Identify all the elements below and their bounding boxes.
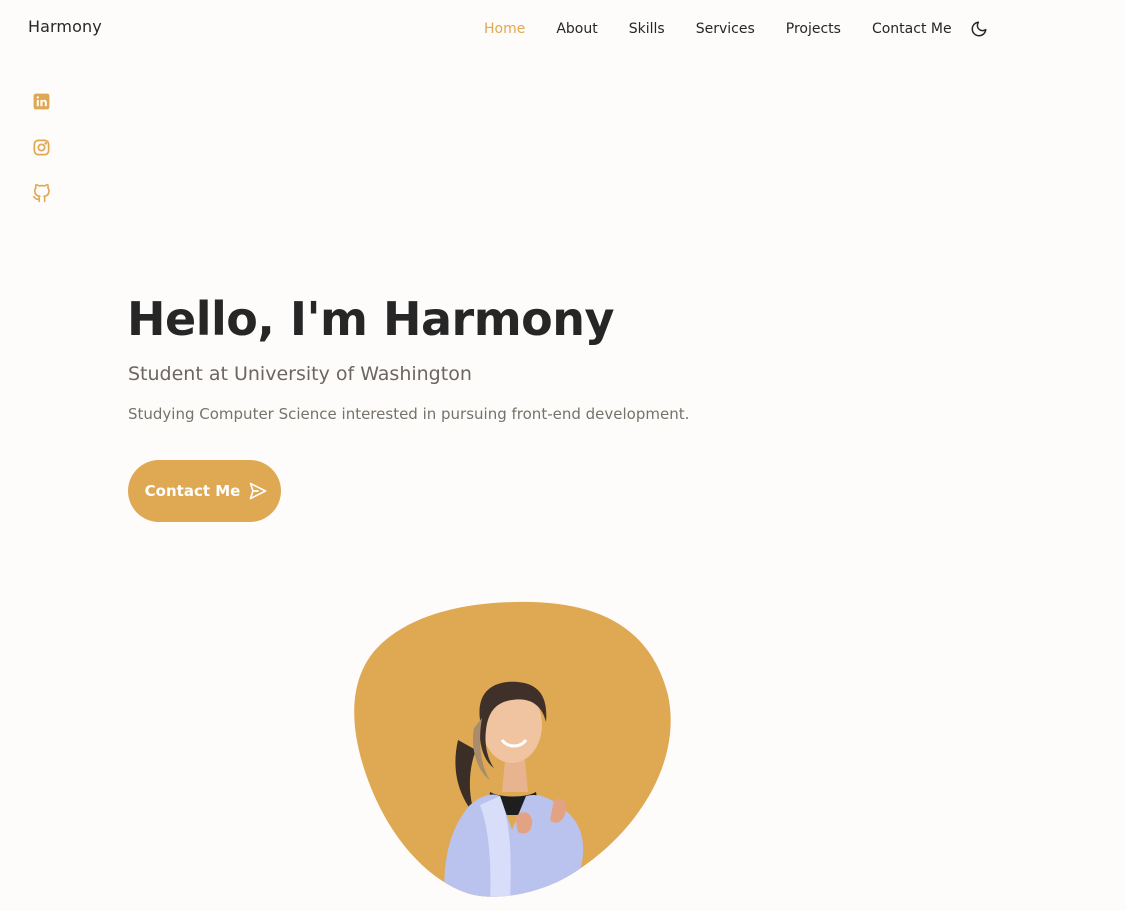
hero-description: Studying Computer Science interested in … bbox=[128, 405, 690, 423]
instagram-icon bbox=[33, 139, 49, 155]
nav-services[interactable]: Services bbox=[696, 21, 755, 37]
nav-skills[interactable]: Skills bbox=[629, 21, 665, 37]
linkedin-link[interactable] bbox=[31, 91, 51, 111]
moon-icon bbox=[971, 21, 987, 37]
contact-me-label: Contact Me bbox=[144, 482, 241, 500]
theme-toggle-button[interactable] bbox=[968, 18, 990, 40]
instagram-link[interactable] bbox=[31, 137, 51, 157]
send-icon bbox=[248, 481, 268, 501]
brand-logo[interactable]: Harmony bbox=[28, 17, 102, 36]
linkedin-icon bbox=[33, 93, 49, 109]
hero-title: Hello, I'm Harmony bbox=[127, 292, 614, 346]
github-link[interactable] bbox=[31, 183, 51, 203]
social-links bbox=[31, 91, 51, 229]
nav-projects[interactable]: Projects bbox=[786, 21, 841, 37]
nav-about[interactable]: About bbox=[556, 21, 597, 37]
nav-home[interactable]: Home bbox=[484, 21, 525, 37]
hero-blob-image bbox=[350, 600, 675, 902]
contact-me-button[interactable]: Contact Me bbox=[128, 460, 281, 522]
hero-subtitle: Student at University of Washington bbox=[128, 363, 472, 385]
page: Harmony Home About Skills Services Proje… bbox=[0, 0, 1126, 911]
nav-contact[interactable]: Contact Me bbox=[872, 21, 952, 37]
github-icon bbox=[32, 183, 50, 202]
main-nav: Home About Skills Services Projects Cont… bbox=[484, 18, 990, 40]
